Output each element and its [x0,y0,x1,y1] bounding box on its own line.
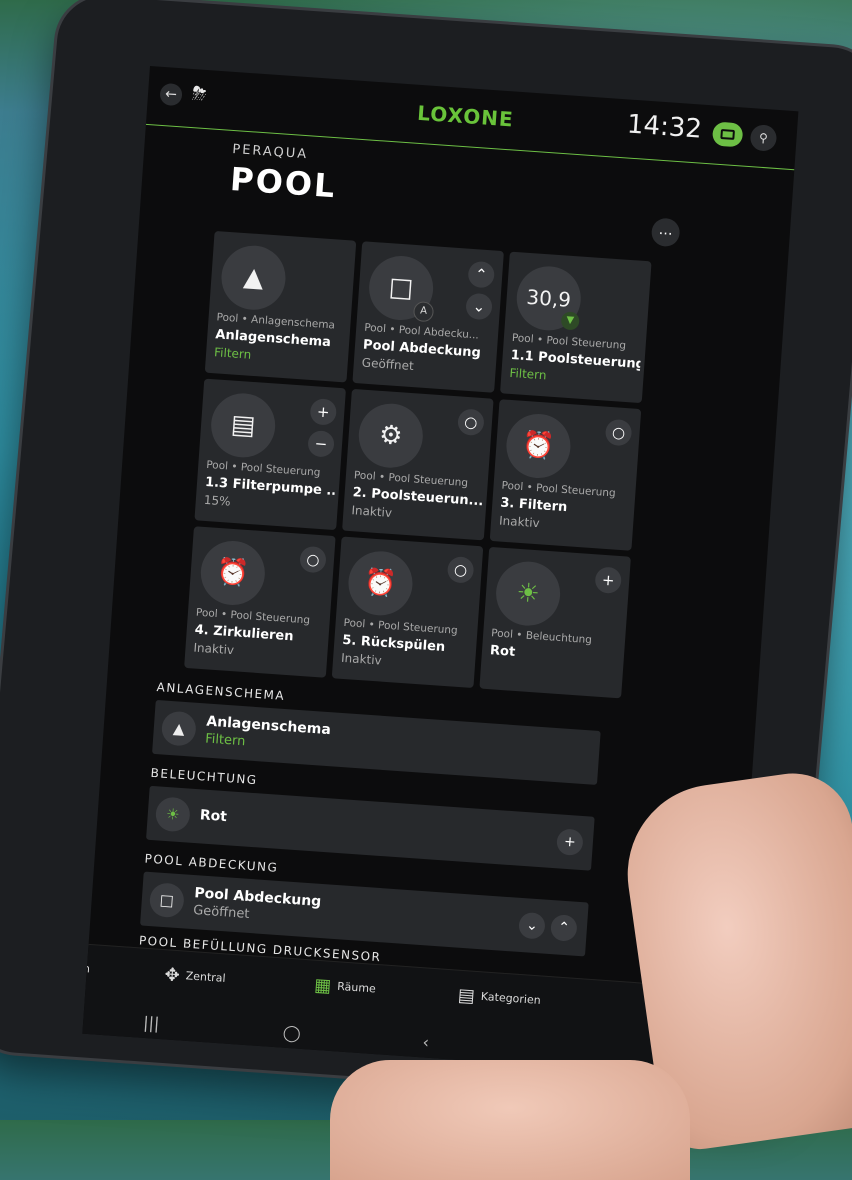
toggle-button[interactable]: ○ [299,545,327,574]
chevron-up-icon: ⌃ [474,265,489,285]
nav-zentral[interactable]: ✥ Zentral [164,964,226,989]
alarm-clock-icon: ⏰ [346,549,415,618]
diagram-shapes-icon: ▲ [160,710,197,747]
tile-state: Inaktiv [498,513,541,531]
row-state: Geöffnet [192,903,250,922]
chevron-down-icon: ⌄ [525,917,539,935]
tile-state: Filtern [213,345,252,362]
tile-state: Inaktiv [193,640,235,658]
gears-icon: ⚙ [356,401,425,470]
tile-state: 15% [203,492,231,509]
central-hub-icon: ✥ [163,964,181,987]
circle-toggle-icon: ○ [305,550,321,570]
section-title: POOL ABDECKUNG [144,851,279,875]
search-button[interactable]: ⚲ [749,124,778,152]
chevron-up-icon: ⌃ [557,919,571,937]
hand-left [330,1060,690,1180]
section-title: ANLAGENSCHEMA [156,679,286,703]
chevron-down-icon: ⌄ [472,297,486,316]
square-icon: □ [148,882,185,919]
loxone-logo: LOXONE [416,100,515,132]
categories-icon: ▤ [457,984,476,1007]
chevron-up-button[interactable]: ⌃ [550,914,578,942]
miniserver-status-icon[interactable] [711,121,744,148]
nav-kategorien[interactable]: ▤ Kategorien [457,985,541,1012]
nav-label: Räume [336,979,377,996]
plus-icon: + [316,402,331,422]
home-icon[interactable]: ◯ [282,1023,301,1043]
row-state: Filtern [204,731,246,750]
cloud-lightning-icon[interactable]: ⛈ [191,83,207,105]
toggle-button[interactable]: ○ [457,408,485,437]
circle-toggle-icon: ○ [611,423,626,443]
tile-poolsteuerung-2[interactable]: ⚙ ○ Pool • Pool Steuerung 2. Poolsteueru… [342,388,494,541]
tile-state: Inaktiv [340,650,383,668]
tile-poolsteuerung[interactable]: 30,9 ▼ Pool • Pool Steuerung 1.1 Poolste… [500,251,652,404]
plus-button[interactable]: + [556,828,584,857]
circle-toggle-icon: ○ [453,560,468,580]
arrow-left-icon: ← [164,86,178,103]
toggle-button[interactable]: ○ [446,556,475,584]
search-icon: ⚲ [758,130,769,146]
diagram-shapes-icon: ▲ [219,243,288,312]
alarm-clock-icon: ⏰ [504,411,573,481]
minus-icon: − [314,434,328,454]
back-icon[interactable]: ‹ [422,1032,430,1051]
room-category: PERAQUA [231,141,309,163]
chevron-down-button[interactable]: ⌄ [518,911,546,940]
chevron-down-button[interactable]: ⌄ [465,292,493,321]
nav-label: Kategorien [480,989,542,1008]
plus-button[interactable]: + [309,398,338,426]
page-title: POOL [228,159,338,206]
grid-rooms-icon: ▦ [313,974,332,997]
minus-button[interactable]: − [307,429,335,458]
circle-toggle-icon: ○ [463,412,479,432]
back-button[interactable]: ← [159,82,183,107]
tile-beleuchtung[interactable]: ☀ + Pool • Beleuchtung Rot [479,546,631,699]
filter-icon: ▼ [560,311,580,331]
tile-state: Filtern [508,365,547,383]
light-bulb-icon: ☀ [493,559,563,628]
tile-state: Inaktiv [351,503,393,520]
alarm-clock-icon: ⏰ [198,538,267,608]
tile-rueckspuelen[interactable]: ⏰ ○ Pool • Pool Steuerung 5. Rückspülen … [331,536,484,689]
nav-label: Zentral [185,969,227,985]
pool-ladder-icon: ▤ [209,391,278,460]
more-options-button[interactable]: … [650,217,681,248]
row-name: Rot [199,807,228,826]
chevron-up-button[interactable]: ⌃ [467,260,496,289]
clock-time: 14:32 [626,109,703,145]
plus-icon: + [601,570,616,590]
plus-icon: + [563,833,577,851]
tile-anlagenschema[interactable]: ▲ Pool • Anlagenschema Anlagenschema Fil… [204,230,357,383]
auto-badge: A [412,301,435,323]
nav-raeume[interactable]: ▦ Räume [314,975,377,1000]
tile-zirkulieren[interactable]: ⏰ ○ Pool • Pool Steuerung 4. Zirkulieren… [184,526,336,678]
tile-filtern[interactable]: ⏰ ○ Pool • Pool Steuerung 3. Filtern Ina… [489,399,642,551]
tile-pool-abdeckung[interactable]: □ A ⌃ ⌄ Pool • Pool Abdecku... Pool Abde… [352,241,504,393]
plus-button[interactable]: + [594,566,623,595]
tile-state: Geöffnet [361,355,415,374]
toggle-button[interactable]: ○ [604,418,633,447]
tile-filterpumpe[interactable]: ▤ + − Pool • Pool Steuerung 1.3 Filterpu… [194,378,346,531]
light-bulb-icon: ☀ [154,796,191,833]
recent-apps-icon[interactable]: ||| [143,1013,160,1033]
section-title: BELEUCHTUNG [150,765,259,788]
